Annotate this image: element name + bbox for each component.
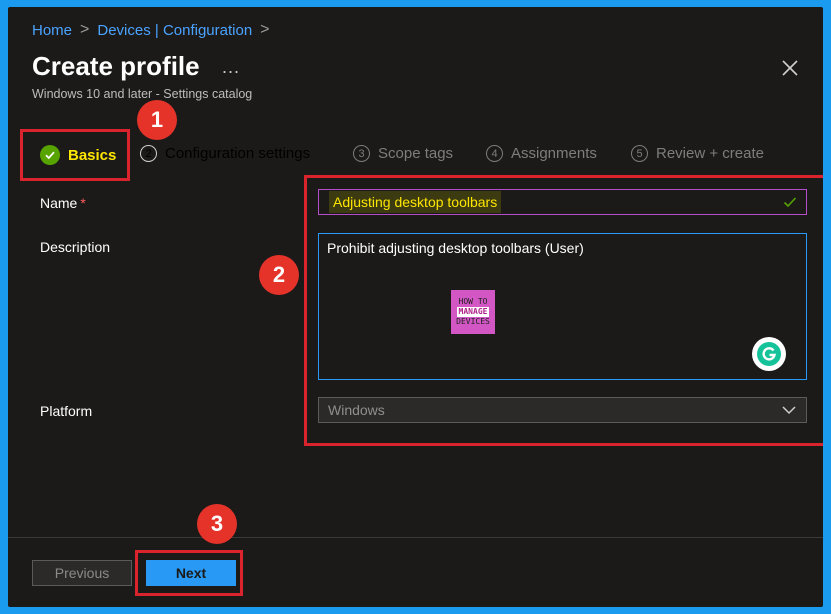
platform-label: Platform: [40, 403, 93, 419]
more-options-icon[interactable]: ...: [222, 57, 240, 78]
previous-button[interactable]: Previous: [32, 560, 132, 586]
highlight-box-form: [304, 175, 823, 446]
callout-badge-3: 3: [197, 504, 237, 544]
description-label: Description: [40, 239, 111, 255]
callout-badge-2: 2: [259, 255, 299, 295]
page-subtitle: Windows 10 and later - Settings catalog: [32, 87, 253, 101]
close-icon[interactable]: [781, 59, 799, 77]
breadcrumb-home-link[interactable]: Home: [32, 22, 72, 39]
tab-configuration-settings[interactable]: 2 Configuration settings: [140, 145, 310, 162]
create-profile-panel: Home > Devices | Configuration > Create …: [8, 7, 823, 607]
footer-divider: [8, 537, 823, 538]
name-label-text: Name: [40, 195, 78, 211]
tab-review-create[interactable]: 5 Review + create: [631, 145, 764, 162]
breadcrumb-devices-configuration-link[interactable]: Devices | Configuration: [97, 22, 252, 39]
step-number-badge: 5: [631, 145, 648, 162]
callout-badge-1: 1: [137, 100, 177, 140]
tab-scope-tags[interactable]: 3 Scope tags: [353, 145, 453, 162]
tab-assignments-label: Assignments: [511, 145, 597, 162]
tab-assignments[interactable]: 4 Assignments: [486, 145, 597, 162]
highlight-box-next: [135, 550, 243, 596]
tab-review-create-label: Review + create: [656, 145, 764, 162]
breadcrumb: Home > Devices | Configuration >: [32, 21, 270, 39]
breadcrumb-separator: >: [80, 21, 90, 38]
step-number-badge: 2: [140, 145, 157, 162]
required-marker: *: [80, 195, 86, 211]
breadcrumb-separator: >: [260, 21, 270, 38]
step-number-badge: 3: [353, 145, 370, 162]
tab-configuration-settings-label: Configuration settings: [165, 145, 311, 162]
tab-scope-tags-label: Scope tags: [378, 145, 454, 162]
step-number-badge: 4: [486, 145, 503, 162]
name-label: Name *: [40, 195, 86, 211]
page-title: Create profile: [32, 51, 200, 81]
highlight-box-basics: [20, 129, 130, 181]
